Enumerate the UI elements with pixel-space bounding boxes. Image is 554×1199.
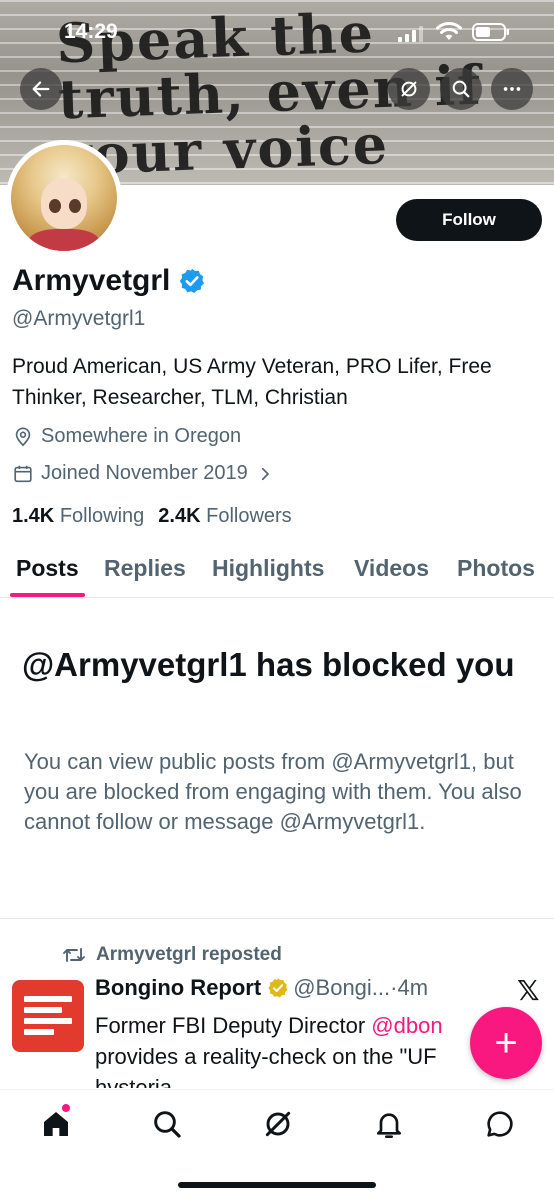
follow-button[interactable]: Follow: [396, 199, 542, 241]
status-time: 14:29: [64, 20, 118, 43]
tab-photos[interactable]: Photos: [457, 555, 535, 582]
location-pin-icon: [15, 426, 31, 446]
tab-videos[interactable]: Videos: [354, 555, 429, 582]
active-tab-indicator: [10, 593, 85, 597]
search-icon: [452, 80, 470, 98]
tab-posts[interactable]: Posts: [16, 555, 79, 582]
repost-icon: [63, 948, 85, 962]
profile-joined[interactable]: Joined November 2019: [12, 462, 274, 485]
following-count: 1.4K: [12, 505, 55, 527]
compose-post-button[interactable]: +: [470, 1007, 542, 1079]
post-text-line1: Former FBI Deputy Director: [95, 1013, 372, 1038]
joined-text: Joined November 2019: [41, 462, 248, 484]
post-author-name[interactable]: Bongino Report: [95, 975, 261, 1001]
battery-icon: [472, 23, 509, 41]
following-link[interactable]: 1.4K Following: [12, 505, 144, 528]
more-button[interactable]: [491, 68, 533, 110]
avatar-doll-eye-left: [49, 199, 61, 213]
profile-location: Somewhere in Oregon: [12, 425, 241, 448]
post-time: ·4m: [390, 975, 429, 1000]
profile-avatar[interactable]: [6, 140, 122, 256]
status-bar: 14:29: [0, 0, 554, 64]
tab-replies[interactable]: Replies: [104, 555, 186, 582]
post-mention[interactable]: @dbon: [371, 1013, 442, 1038]
cellular-signal-icon: [398, 26, 423, 42]
chevron-right-icon: [261, 467, 269, 480]
location-text: Somewhere in Oregon: [41, 425, 242, 447]
nav-search[interactable]: [151, 1108, 183, 1140]
post-author-handle: @Bongi...: [293, 975, 391, 1000]
nav-home[interactable]: [40, 1108, 72, 1140]
grok-icon: [265, 1111, 291, 1137]
back-button[interactable]: [20, 68, 62, 110]
repost-indicator: Armyvetgrl reposted: [62, 944, 282, 966]
post-text-line3: hysteria.: [95, 1075, 179, 1088]
notifications-icon: [377, 1113, 401, 1138]
more-icon: [503, 87, 521, 91]
grok-button[interactable]: [388, 68, 430, 110]
x-logo-icon: 𝕏: [517, 974, 540, 1007]
search-icon: [154, 1111, 181, 1138]
verified-badge-icon[interactable]: [178, 267, 206, 295]
profile-bio: Proud American, US Army Veteran, PRO Lif…: [12, 355, 492, 409]
wifi-icon: [436, 22, 462, 40]
followers-link[interactable]: 2.4K Followers: [158, 505, 291, 528]
followers-label: Followers: [206, 505, 292, 527]
avatar-doll-dress: [29, 229, 99, 251]
post-author-avatar[interactable]: [12, 980, 84, 1052]
avatar-doll-eye-right: [69, 199, 81, 213]
grok-icon: [401, 81, 417, 97]
repost-label: Armyvetgrl reposted: [96, 944, 282, 965]
plus-icon: +: [494, 1021, 518, 1065]
gold-verified-badge-icon: [268, 978, 288, 998]
following-label: Following: [59, 505, 145, 527]
home-indicator: [178, 1182, 376, 1188]
bongino-logo: [24, 996, 72, 1040]
section-divider: [0, 918, 554, 919]
search-button[interactable]: [440, 68, 482, 110]
profile-handle: @Armyvetgrl1: [12, 307, 146, 330]
tab-highlights[interactable]: Highlights: [212, 555, 324, 582]
post-header: Bongino Report @Bongi... ·4m: [95, 975, 428, 1001]
nav-messages[interactable]: [484, 1108, 516, 1140]
back-arrow-icon: [32, 81, 50, 97]
home-icon: [44, 1112, 68, 1136]
blocked-body: You can view public posts from @Armyvetg…: [24, 749, 522, 834]
avatar-image: [11, 145, 117, 251]
profile-name-row: Armyvetgrl: [12, 264, 206, 298]
blocked-title: @Armyvetgrl1 has blocked you: [22, 646, 515, 683]
calendar-icon: [14, 465, 32, 482]
followers-count: 2.4K: [158, 505, 201, 527]
nav-grok[interactable]: [262, 1108, 294, 1140]
nav-notifications[interactable]: [373, 1108, 405, 1140]
home-notification-dot: [62, 1104, 70, 1112]
profile-tabs: Posts Replies Highlights Videos Photos: [0, 548, 554, 598]
profile-stats: 1.4K Following 2.4K Followers: [12, 505, 292, 528]
profile-name: Armyvetgrl: [12, 264, 171, 297]
messages-icon: [487, 1111, 513, 1137]
